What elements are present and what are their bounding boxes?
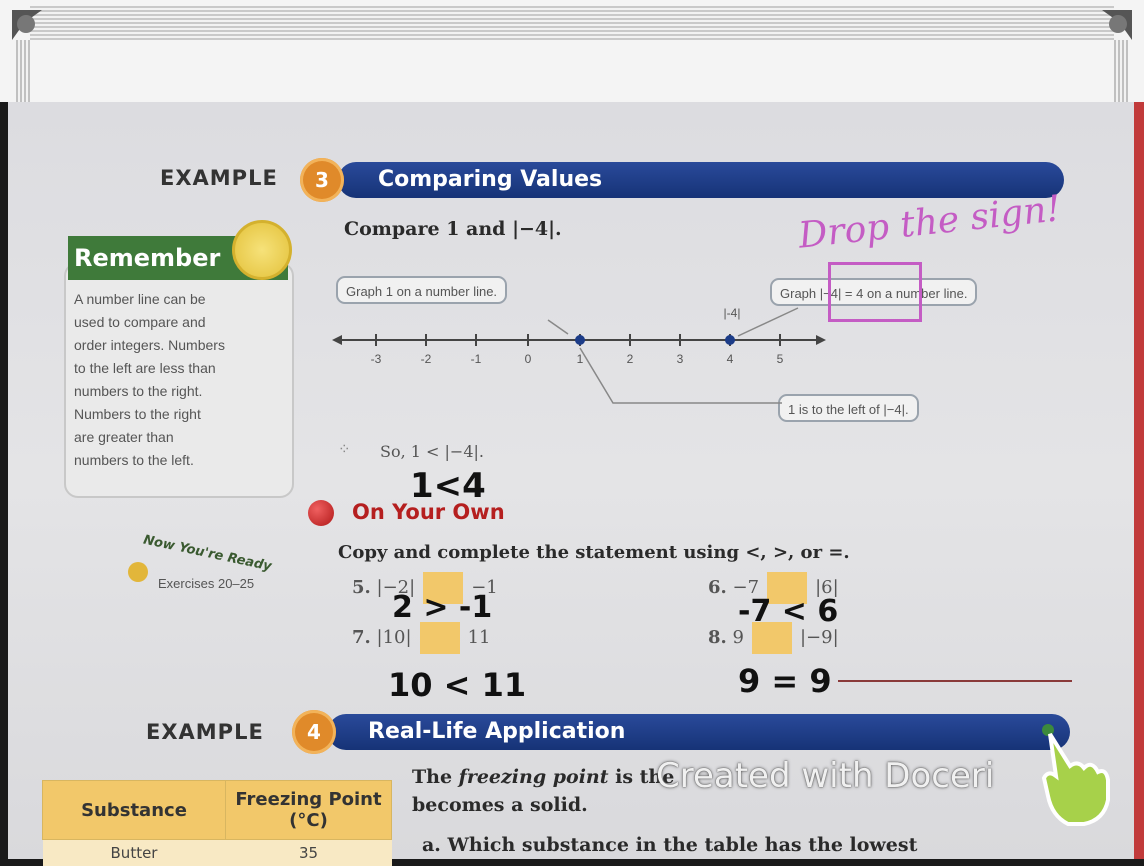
question-a: a. Which substance in the table has the … [422,834,917,856]
exercise-number: 7. [352,627,371,648]
exercise-number: 6. [708,577,727,598]
remember-line: are greater than [74,426,284,449]
titlebar-stripes [30,6,1114,40]
handwritten-answer-6: -7 < 6 [738,594,838,629]
remember-line: to the left are less than [74,357,284,380]
remember-line: A number line can be [74,288,284,311]
example-title-bar: Comparing Values [338,162,1064,198]
exercise-right: |−9| [800,627,839,648]
sentence-part: The [412,766,459,788]
tick-label: 2 [620,352,640,366]
table-header: Substance [43,781,226,840]
red-dot-icon [308,500,334,526]
corner-ornament-left-icon [8,6,48,46]
exercises-ref: Exercises 20–25 [158,576,254,591]
on-your-own-title: On Your Own [352,500,505,524]
handwritten-drop-sign: Drop the sign! [797,188,1063,256]
example-title: Comparing Values [368,167,602,192]
compare-prompt: Compare 1 and |−4|. [344,218,562,240]
handwritten-answer-5: 2 > -1 [392,590,492,625]
handwritten-answer-8: 9 = 9 [738,662,832,700]
remember-line: used to compare and [74,311,284,334]
remember-text: A number line can be used to compare and… [74,288,284,472]
tick-label: -2 [416,352,436,366]
example-number-badge: 4 [292,710,336,754]
table-header: Freezing Point (°C) [226,781,392,840]
example-label: EXAMPLE [160,166,278,190]
exercise-number: 5. [352,577,371,598]
exercise-right: 11 [468,627,491,648]
handwritten-highlight-box [828,262,922,322]
tick-label: 4 [720,352,740,366]
exercise-left: |10| [377,627,412,648]
example-label: EXAMPLE [146,720,264,744]
freezing-table: Substance Freezing Point (°C) Butter 35 [42,780,392,866]
answer-box [420,622,460,654]
conclusion-arrow-icon: ⁘ [338,440,351,458]
doceri-hand-icon [1034,720,1114,830]
remember-line: Numbers to the right [74,403,284,426]
example-title-bar: Real-Life Application [328,714,1070,750]
exercise-left: 9 [733,627,744,648]
lightbulb-icon [232,220,292,280]
corner-ornament-right-icon [1096,6,1136,46]
remember-line: numbers to the left. [74,449,284,472]
callout-graph-1: Graph 1 on a number line. [336,276,507,304]
remember-line: numbers to the right. [74,380,284,403]
tick-label: -1 [466,352,486,366]
instruction-text: Copy and complete the statement using <,… [338,542,850,563]
conclusion-text: So, 1 < |−4|. [380,442,484,461]
divider-line [838,680,1072,682]
tick-label: 0 [518,352,538,366]
term-freezing-point: freezing point [459,766,609,788]
doceri-watermark: Created with Doceri [656,756,994,796]
exercise-number: 8. [708,627,727,648]
tick-label: 3 [670,352,690,366]
tick-label: 1 [570,352,590,366]
tick-label: 5 [770,352,790,366]
remember-line: order integers. Numbers [74,334,284,357]
handwritten-answer-7: 10 < 11 [388,666,526,704]
exercise-7: 7. |10| 11 [352,622,490,654]
ready-dot-icon [128,562,148,582]
example-title: Real-Life Application [358,719,625,744]
point-label: |-4| [720,306,744,320]
frame-left-edge [16,40,30,102]
textbook-page: EXAMPLE Comparing Values 3 Compare 1 and… [8,102,1134,859]
tick-label: -3 [366,352,386,366]
now-youre-ready: Now You're Ready [142,533,273,575]
frame-right-edge [1114,40,1128,102]
table-cell: 35 [226,840,392,866]
table-cell: Butter [43,840,226,866]
freezing-line2: becomes a solid. [412,794,588,816]
page-edge-strip [1134,102,1144,859]
example-number-badge: 3 [300,158,344,202]
freezing-sentence: The freezing point is the [412,766,674,788]
